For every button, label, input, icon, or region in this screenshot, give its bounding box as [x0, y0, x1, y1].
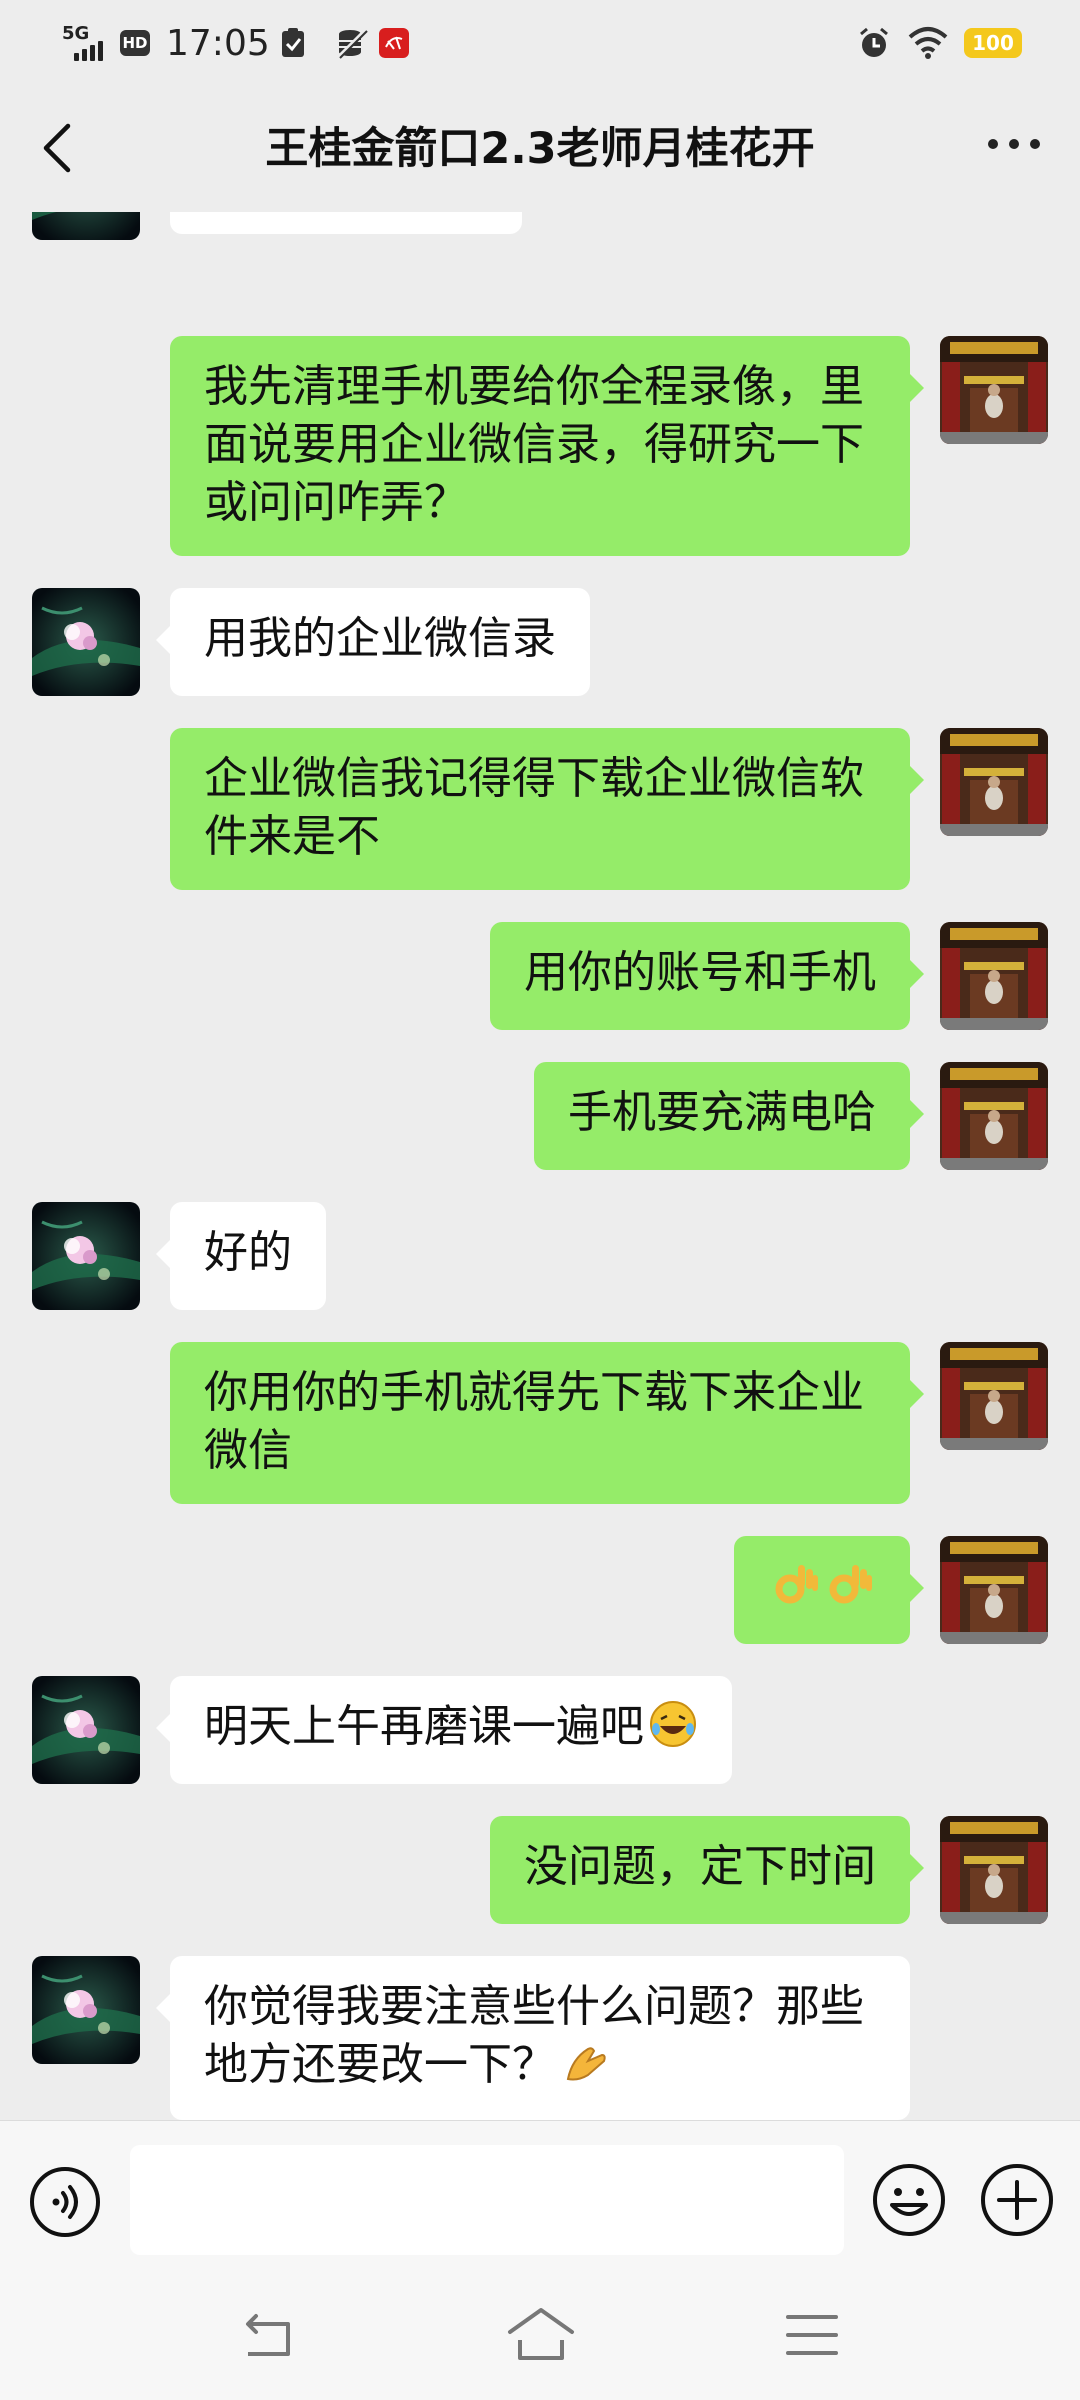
system-nav-bar	[0, 2280, 1080, 2400]
message-list[interactable]: 好好准备我先清理手机要给你全程录像，里面说要用企业微信录，得研究一下或问问咋弄？…	[0, 212, 1080, 2120]
avatar[interactable]	[32, 1202, 140, 1310]
message-text: 用我的企业微信录	[204, 613, 556, 664]
avatar[interactable]	[32, 1956, 140, 2064]
emoji-icon[interactable]	[870, 2161, 948, 2239]
chat-header: 王桂金箭口2.3老师月桂花开	[0, 84, 1080, 212]
status-right: 100	[856, 18, 1022, 68]
avatar[interactable]	[32, 1676, 140, 1784]
avatar[interactable]	[940, 922, 1048, 1030]
storage-icon	[336, 27, 368, 59]
laughing-tears-emoji-icon	[650, 1701, 696, 1747]
chevron-left-icon[interactable]	[38, 122, 78, 174]
ok-hand-emoji-icon	[829, 1565, 872, 1604]
clock: 17:05	[166, 22, 270, 64]
message-bubble[interactable]: 明天上午再磨课一遍吧	[156, 1676, 732, 1784]
nav-home-icon[interactable]	[506, 2306, 576, 2362]
clipboard-check-icon	[281, 28, 304, 57]
battery-indicator: 100	[964, 28, 1022, 58]
input-bar	[0, 2120, 1080, 2280]
avatar[interactable]	[940, 1062, 1048, 1170]
status-left: 5G HD 17:05	[62, 18, 410, 68]
nav-back-icon[interactable]	[240, 2310, 300, 2362]
message-bubble[interactable]: 企业微信我记得得下载企业微信软件来是不	[170, 728, 924, 890]
avatar[interactable]	[940, 336, 1048, 444]
app-notification-icon	[378, 28, 409, 58]
message-bubble[interactable]: 我先清理手机要给你全程录像，里面说要用企业微信录，得研究一下或问问咋弄？	[170, 336, 924, 556]
avatar[interactable]	[940, 1816, 1048, 1924]
message-text: 没问题，定下时间	[524, 1841, 876, 1892]
avatar[interactable]	[32, 212, 140, 240]
message-bubble[interactable]: 你觉得我要注意些什么问题？那些地方还要改一下？	[156, 1956, 910, 2120]
message-bubble[interactable]: 你用你的手机就得先下载下来企业微信	[170, 1342, 924, 1504]
message-bubble[interactable]: 好的	[156, 1202, 326, 1310]
message-text: 好的	[204, 1227, 292, 1278]
plus-icon[interactable]	[978, 2161, 1056, 2239]
ok-hand-emoji-icon	[775, 1565, 818, 1604]
message-bubble[interactable]: 用我的企业微信录	[156, 588, 590, 696]
status-bar: 5G HD 17:05 100	[0, 0, 1080, 84]
pinch-hand-emoji-icon	[566, 2047, 606, 2081]
message-input[interactable]	[130, 2145, 844, 2255]
message-text: 企业微信我记得得下载企业微信软件来是不	[204, 753, 864, 862]
message-bubble[interactable]: 用你的账号和手机	[490, 922, 924, 1030]
avatar[interactable]	[940, 1536, 1048, 1644]
message-bubble[interactable]: 好好准备	[170, 212, 522, 234]
message-text: 我先清理手机要给你全程录像，里面说要用企业微信录，得研究一下或问问咋弄？	[204, 361, 864, 528]
signal-icon: 5G	[62, 23, 110, 63]
hd-badge: HD	[120, 30, 150, 56]
avatar[interactable]	[940, 1342, 1048, 1450]
message-bubble[interactable]: 手机要充满电哈	[534, 1062, 924, 1170]
chat-title: 王桂金箭口2.3老师月桂花开	[265, 124, 815, 174]
message-text: 明天上午再磨课一遍吧	[204, 1701, 644, 1752]
avatar[interactable]	[32, 588, 140, 696]
more-dots-icon[interactable]	[988, 136, 1040, 152]
wifi-icon	[908, 27, 948, 59]
avatar[interactable]	[940, 728, 1048, 836]
message-text: 用你的账号和手机	[524, 947, 876, 998]
message-bubble[interactable]: 没问题，定下时间	[490, 1816, 924, 1924]
voice-icon[interactable]	[28, 2165, 102, 2239]
nav-menu-icon[interactable]	[784, 2312, 840, 2358]
message-text: 你觉得我要注意些什么问题？那些地方还要改一下？	[204, 1981, 864, 2090]
message-text: 手机要充满电哈	[568, 1087, 876, 1138]
alarm-icon	[860, 27, 888, 57]
message-text: 你用你的手机就得先下载下来企业微信	[204, 1367, 864, 1476]
message-bubble[interactable]	[734, 1536, 924, 1644]
